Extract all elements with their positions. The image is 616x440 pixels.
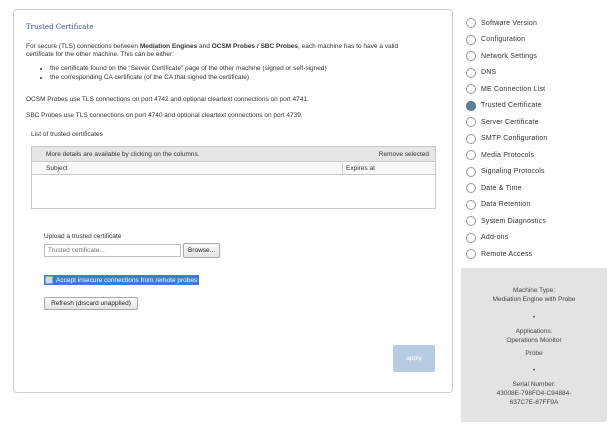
radio-icon[interactable] bbox=[466, 117, 476, 127]
nav-item-smtp-configuration[interactable]: SMTP Configuration bbox=[466, 133, 548, 145]
accept-insecure-checkbox[interactable] bbox=[45, 276, 53, 284]
radio-icon[interactable] bbox=[466, 216, 476, 226]
radio-icon[interactable] bbox=[466, 150, 476, 160]
column-divider[interactable] bbox=[342, 163, 343, 175]
nav-item-server-certificate[interactable]: Server Certificate bbox=[466, 116, 539, 128]
upload-label: Upload a trusted certificate bbox=[44, 233, 122, 240]
column-expires-at[interactable]: Expires at bbox=[346, 165, 375, 172]
apply-button[interactable]: apply bbox=[393, 345, 435, 372]
nav-label[interactable]: Trusted Certificate bbox=[481, 102, 542, 109]
radio-icon[interactable] bbox=[466, 34, 476, 45]
nav-label[interactable]: Media Protocols bbox=[481, 152, 534, 159]
radio-icon[interactable] bbox=[466, 166, 476, 177]
nav-label[interactable]: Data Retention bbox=[481, 201, 531, 208]
trusted-list-label: List of trusted certificates bbox=[31, 131, 103, 138]
intro-text: For secure (TLS) connections between Med… bbox=[26, 43, 446, 60]
radio-icon[interactable] bbox=[466, 84, 476, 94]
nav-label[interactable]: SMTP Configuration bbox=[481, 135, 548, 142]
accept-insecure-label[interactable]: Accept insecure connections from remote … bbox=[56, 277, 197, 284]
sbc-ports-text: SBC Probes use TLS connections on port 4… bbox=[26, 112, 303, 119]
nav-item-dns[interactable]: DNS bbox=[466, 67, 496, 79]
separator-dot: • bbox=[532, 367, 536, 374]
trusted-certificates-table[interactable]: More details are available by clicking o… bbox=[31, 146, 436, 209]
intro-part: , each machine has to have a valid bbox=[298, 43, 399, 50]
nav-label[interactable]: Configuration bbox=[481, 36, 525, 43]
list-item: the certificate found on the "Server Cer… bbox=[50, 65, 442, 74]
nav-item-remote-access[interactable]: Remote Access bbox=[466, 248, 532, 260]
application-item: Operations Monitor bbox=[506, 337, 562, 344]
nav-label[interactable]: ME Connection List bbox=[481, 86, 545, 93]
nav-item-signaling-protocols[interactable]: Signaling Protocols bbox=[466, 166, 545, 178]
separator-dot: • bbox=[532, 314, 536, 321]
radio-icon[interactable] bbox=[466, 183, 476, 193]
radio-icon[interactable] bbox=[466, 249, 476, 259]
nav-item-software-version[interactable]: Software Version bbox=[466, 17, 537, 29]
serial-number-line1: 43008E-798FD4-C94884- bbox=[496, 390, 572, 397]
radio-icon[interactable] bbox=[466, 51, 476, 61]
certificate-options-list: the certificate found on the "Server Cer… bbox=[42, 65, 442, 83]
accept-insecure-row[interactable]: Accept insecure connections from remote … bbox=[44, 275, 200, 285]
nav-label[interactable]: Remote Access bbox=[481, 251, 532, 258]
machine-info-box: Machine Type: Mediation Engine with Prob… bbox=[461, 268, 607, 422]
nav-item-network-settings[interactable]: Network Settings bbox=[466, 50, 537, 62]
nav-label[interactable]: Server Certificate bbox=[481, 119, 539, 126]
nav-item-trusted-certificate[interactable]: Trusted Certificate bbox=[466, 100, 542, 112]
nav-label[interactable]: Date & Time bbox=[481, 185, 522, 192]
serial-number-line2: 637C7E-87FF9A bbox=[509, 399, 559, 406]
page-title: Trusted Certificate bbox=[26, 23, 94, 31]
nav-label[interactable]: Signaling Protocols bbox=[481, 168, 545, 175]
nav-item-me-connection-list[interactable]: ME Connection List bbox=[466, 83, 545, 95]
nav-item-configuration[interactable]: Configuration bbox=[466, 34, 525, 46]
radio-icon[interactable] bbox=[466, 199, 476, 210]
nav-label[interactable]: Software Version bbox=[481, 20, 537, 27]
radio-icon[interactable] bbox=[466, 67, 476, 78]
nav-label[interactable]: Add-ons bbox=[481, 234, 508, 241]
nav-item-date-time[interactable]: Date & Time bbox=[466, 182, 522, 194]
table-header: Subject Expires at bbox=[32, 163, 435, 175]
table-toolbar: More details are available by clicking o… bbox=[32, 147, 435, 162]
intro-bold-probes: OCSM Probes / SBC Probes bbox=[211, 43, 299, 50]
radio-icon[interactable] bbox=[466, 18, 476, 28]
application-item: Probe bbox=[525, 350, 543, 357]
intro-part: and bbox=[197, 43, 212, 50]
table-info-text: More details are available by clicking o… bbox=[46, 151, 200, 158]
ocsm-ports-text: OCSM Probes use TLS connections on port … bbox=[26, 96, 309, 103]
list-item: the corresponding CA certificate (of the… bbox=[50, 74, 442, 83]
nav-label[interactable]: Network Settings bbox=[481, 53, 537, 60]
applications-label: Applications: bbox=[515, 328, 553, 335]
column-subject[interactable]: Subject bbox=[46, 165, 68, 172]
nav-label[interactable]: DNS bbox=[481, 69, 496, 76]
browse-button[interactable]: Browse... bbox=[183, 243, 220, 258]
certificate-file-input[interactable] bbox=[44, 244, 181, 257]
nav-item-system-diagnostics[interactable]: System Diagnostics bbox=[466, 215, 546, 227]
nav-item-media-protocols[interactable]: Media Protocols bbox=[466, 149, 534, 161]
intro-part: For secure (TLS) connections between bbox=[26, 43, 140, 50]
refresh-button[interactable]: Refresh (discard unapplied) bbox=[44, 297, 138, 310]
machine-type-value: Mediation Engine with Probe bbox=[492, 296, 576, 303]
radio-icon[interactable] bbox=[466, 133, 476, 144]
nav-label[interactable]: System Diagnostics bbox=[481, 218, 546, 225]
nav-item-data-retention[interactable]: Data Retention bbox=[466, 199, 531, 211]
intro-bold-mediation: Mediation Engines bbox=[139, 43, 198, 50]
nav-item-add-ons[interactable]: Add-ons bbox=[466, 232, 508, 244]
machine-type-label: Machine Type: bbox=[512, 287, 556, 294]
remove-selected-button[interactable]: Remove selected bbox=[379, 151, 429, 158]
radio-icon[interactable] bbox=[466, 232, 476, 243]
serial-number-label: Serial Number: bbox=[512, 381, 556, 388]
intro-line2: certificate for the other machine. This … bbox=[26, 51, 175, 59]
radio-selected-icon[interactable] bbox=[466, 100, 476, 111]
